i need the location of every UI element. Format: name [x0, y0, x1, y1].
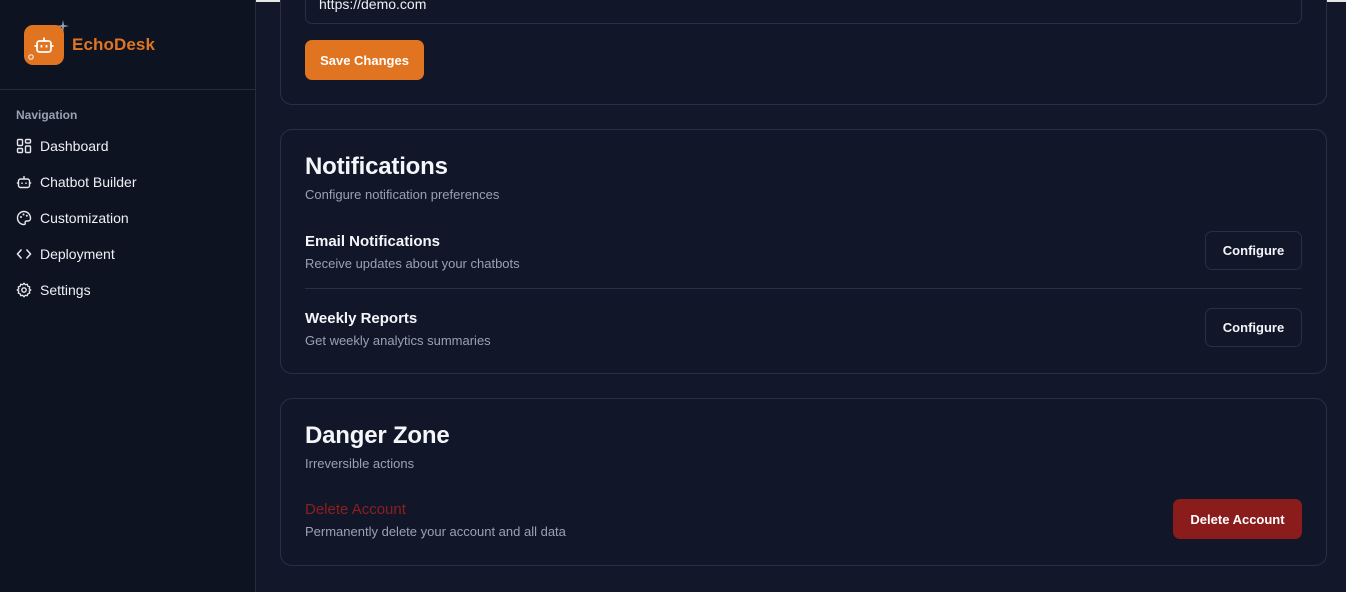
- notifications-card: Notifications Configure notification pre…: [280, 129, 1327, 374]
- brand-header: EchoDesk: [0, 0, 255, 90]
- website-url-value: https://demo.com: [319, 0, 427, 12]
- divider: [305, 288, 1302, 289]
- weekly-configure-button[interactable]: Configure: [1205, 308, 1302, 347]
- sidebar-item-label: Chatbot Builder: [40, 174, 137, 190]
- sidebar-item-settings[interactable]: Settings: [0, 272, 255, 308]
- palette-icon: [16, 210, 32, 226]
- app-root: EchoDesk Navigation Dashboard Chatbot Bu…: [0, 0, 1346, 592]
- card-title: Notifications: [305, 153, 448, 180]
- delete-account-button[interactable]: Delete Account: [1173, 499, 1302, 539]
- sidebar-item-label: Dashboard: [40, 138, 109, 154]
- delete-account-title: Delete Account: [305, 501, 406, 518]
- email-notifications-desc: Receive updates about your chatbots: [305, 256, 520, 271]
- weekly-reports-title: Weekly Reports: [305, 310, 418, 327]
- website-url-input[interactable]: https://demo.com: [305, 0, 1302, 24]
- code-icon: [16, 249, 32, 259]
- sidebar: EchoDesk Navigation Dashboard Chatbot Bu…: [0, 0, 256, 592]
- gear-icon: [16, 282, 32, 298]
- sidebar-item-label: Customization: [40, 210, 129, 226]
- weekly-reports-desc: Get weekly analytics summaries: [305, 333, 491, 348]
- save-changes-button[interactable]: Save Changes: [305, 40, 424, 80]
- sidebar-item-dashboard[interactable]: Dashboard: [0, 128, 255, 164]
- danger-zone-card: Danger Zone Irreversible actions Delete …: [280, 398, 1327, 566]
- sidebar-item-customization[interactable]: Customization: [0, 200, 255, 236]
- profile-card: https://demo.com Save Changes: [280, 0, 1327, 105]
- card-title: Danger Zone: [305, 422, 450, 449]
- card-subtitle: Irreversible actions: [305, 456, 415, 471]
- card-subtitle: Configure notification preferences: [305, 187, 500, 202]
- sidebar-item-deployment[interactable]: Deployment: [0, 236, 255, 272]
- sidebar-nav: Dashboard Chatbot Builder Customization …: [0, 128, 255, 308]
- sidebar-item-label: Deployment: [40, 246, 115, 262]
- email-configure-button[interactable]: Configure: [1205, 231, 1302, 270]
- dashboard-icon: [16, 138, 32, 154]
- brand-name: EchoDesk: [72, 35, 156, 54]
- nav-section-title: Navigation: [16, 108, 78, 122]
- bot-icon: [16, 176, 32, 189]
- settings-main: https://demo.com Save Changes Notificati…: [256, 0, 1346, 592]
- sparkle-icon: [57, 20, 69, 32]
- delete-account-desc: Permanently delete your account and all …: [305, 524, 566, 539]
- sidebar-item-chatbot-builder[interactable]: Chatbot Builder: [0, 164, 255, 200]
- email-notifications-title: Email Notifications: [305, 233, 441, 250]
- sidebar-item-label: Settings: [40, 282, 91, 298]
